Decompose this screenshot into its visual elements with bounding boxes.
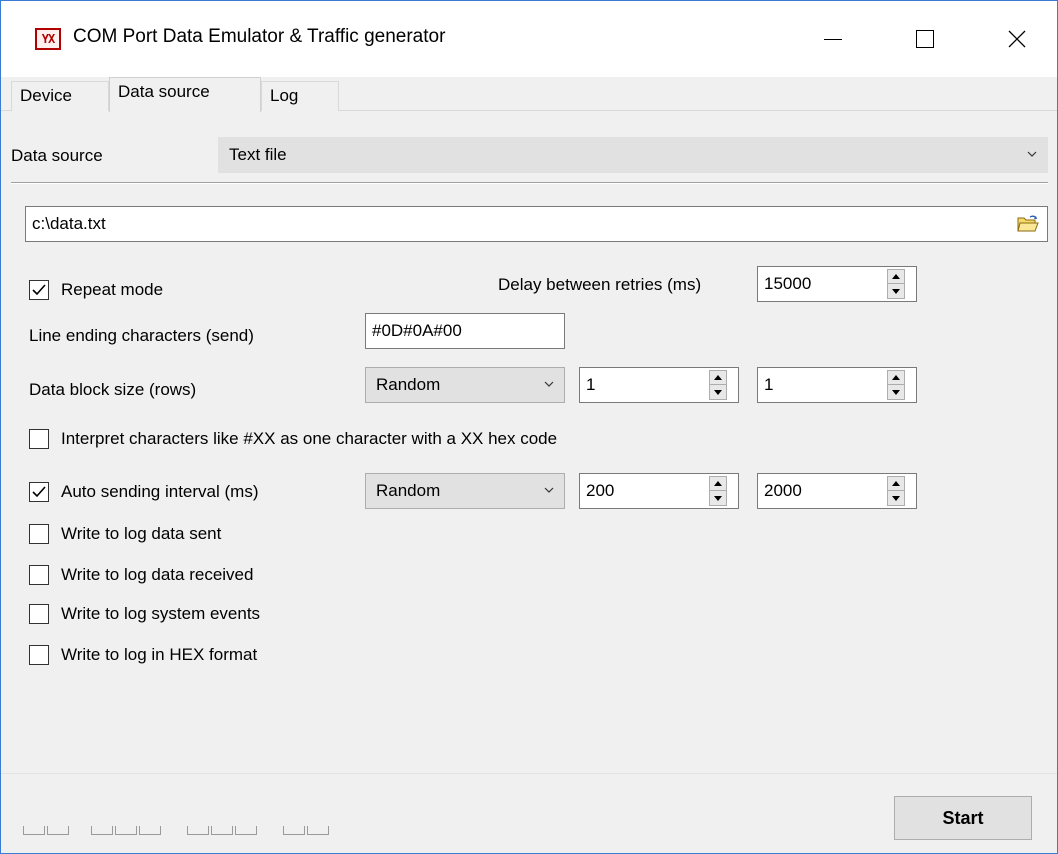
spin-up-button[interactable]: [710, 371, 726, 385]
tab-device[interactable]: Device: [11, 81, 109, 111]
checkmark-icon: [32, 486, 46, 498]
arrow-up-icon: [714, 375, 722, 380]
chevron-down-icon: [544, 381, 554, 387]
minimize-button[interactable]: [787, 1, 879, 77]
file-path-field[interactable]: c:\data.txt: [25, 206, 1048, 242]
tab-log[interactable]: Log: [261, 81, 339, 111]
arrow-down-icon: [714, 389, 722, 395]
status-led: [23, 826, 45, 835]
data-block-size-select[interactable]: Random: [365, 367, 565, 403]
status-led: [187, 826, 209, 835]
log-system-events-label: Write to log system events: [61, 604, 261, 623]
arrow-up-icon: [892, 274, 900, 279]
spin-up-button[interactable]: [888, 477, 904, 491]
status-led: [139, 826, 161, 835]
spin-up-button[interactable]: [710, 477, 726, 491]
spin-down-button[interactable]: [888, 491, 904, 505]
status-led: [307, 826, 329, 835]
spin-down-button[interactable]: [888, 385, 904, 399]
data-source-value: Text file: [229, 145, 287, 164]
arrow-down-icon: [892, 389, 900, 395]
log-data-sent-checkbox[interactable]: [29, 524, 49, 544]
delay-retries-value: 15000: [764, 274, 812, 293]
status-led: [235, 826, 257, 835]
auto-sending-label: Auto sending interval (ms): [61, 482, 259, 501]
auto-sending-checkbox[interactable]: [29, 482, 49, 502]
data-source-label: Data source: [11, 146, 103, 165]
status-led: [47, 826, 69, 835]
line-ending-value: #0D#0A#00: [372, 321, 462, 340]
status-led-group-3: [187, 826, 257, 836]
line-ending-field[interactable]: #0D#0A#00: [365, 313, 565, 349]
status-led-group-1: [23, 826, 69, 836]
chevron-down-icon: [544, 487, 554, 493]
maximize-icon: [916, 30, 934, 48]
log-data-received-checkbox[interactable]: [29, 565, 49, 585]
data-block-size-mode: Random: [376, 375, 441, 394]
status-led-group-4: [283, 826, 329, 836]
data-block-size-max-spinner[interactable]: [887, 370, 905, 400]
data-block-size-label: Data block size (rows): [29, 380, 197, 399]
data-source-select[interactable]: Text file: [218, 137, 1048, 173]
data-block-size-max-value: 1: [764, 375, 774, 394]
log-system-events-checkbox[interactable]: [29, 604, 49, 624]
spin-down-button[interactable]: [888, 284, 904, 298]
delay-retries-label: Delay between retries (ms): [498, 275, 702, 294]
arrow-down-icon: [714, 495, 722, 501]
chevron-down-icon: [1027, 151, 1037, 157]
app-logo-icon: YX: [35, 28, 61, 50]
close-button[interactable]: [971, 1, 1057, 77]
line-ending-label: Line ending characters (send): [29, 326, 254, 345]
auto-sending-mode-select[interactable]: Random: [365, 473, 565, 509]
spin-up-button[interactable]: [888, 371, 904, 385]
status-led-group-2: [91, 826, 161, 836]
log-data-received-label: Write to log data received: [61, 565, 254, 584]
maximize-button[interactable]: [879, 1, 971, 77]
auto-sending-min-value: 200: [586, 481, 615, 500]
repeat-mode-label: Repeat mode: [61, 280, 164, 299]
checkmark-icon: [32, 284, 46, 296]
app-window: YX COM Port Data Emulator & Traffic gene…: [0, 0, 1058, 854]
interpret-hex-label: Interpret characters like #XX as one cha…: [61, 429, 558, 448]
status-led: [115, 826, 137, 835]
log-hex-format-checkbox[interactable]: [29, 645, 49, 665]
auto-sending-mode: Random: [376, 481, 441, 500]
spin-down-button[interactable]: [710, 491, 726, 505]
arrow-up-icon: [892, 481, 900, 486]
title-bar[interactable]: YX COM Port Data Emulator & Traffic gene…: [1, 1, 1057, 77]
spin-down-button[interactable]: [710, 385, 726, 399]
data-block-size-min-spinner[interactable]: [709, 370, 727, 400]
data-block-size-min-value: 1: [586, 375, 596, 394]
window-title: COM Port Data Emulator & Traffic generat…: [73, 26, 446, 47]
folder-open-icon[interactable]: [1017, 215, 1039, 233]
arrow-down-icon: [892, 495, 900, 501]
auto-sending-max-spinner[interactable]: [887, 476, 905, 506]
file-path-value: c:\data.txt: [32, 214, 106, 233]
auto-sending-max-value: 2000: [764, 481, 802, 500]
arrow-down-icon: [892, 288, 900, 294]
log-hex-format-label: Write to log in HEX format: [61, 645, 258, 664]
arrow-up-icon: [892, 375, 900, 380]
status-led: [211, 826, 233, 835]
auto-sending-min-spinner[interactable]: [709, 476, 727, 506]
tab-data-source[interactable]: Data source: [109, 77, 261, 112]
close-icon: [1008, 30, 1026, 48]
status-led: [91, 826, 113, 835]
start-button[interactable]: Start: [894, 796, 1032, 840]
repeat-mode-checkbox[interactable]: [29, 280, 49, 300]
log-data-sent-label: Write to log data sent: [61, 524, 222, 543]
delay-retries-spinner[interactable]: [887, 269, 905, 299]
interpret-hex-checkbox[interactable]: [29, 429, 49, 449]
separator: [11, 182, 1048, 184]
arrow-up-icon: [714, 481, 722, 486]
spin-up-button[interactable]: [888, 270, 904, 284]
minimize-icon: [824, 38, 842, 40]
status-led: [283, 826, 305, 835]
